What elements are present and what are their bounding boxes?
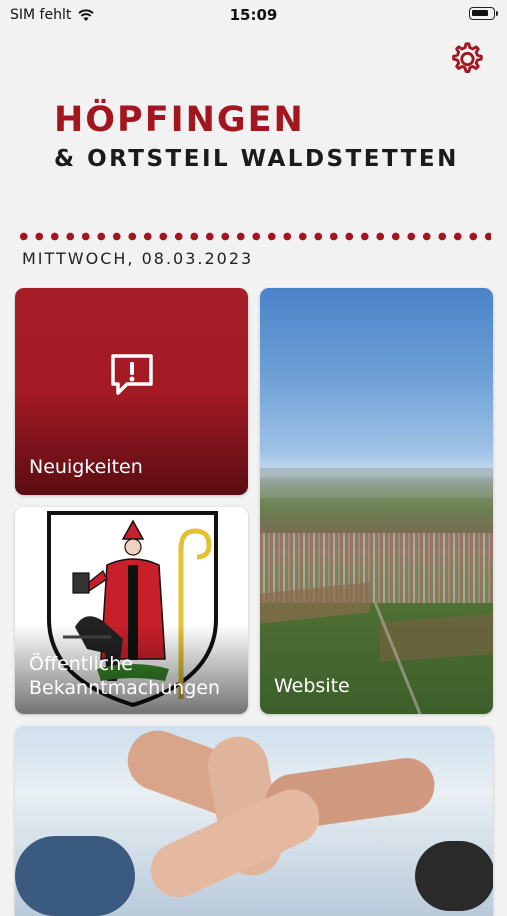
hand-image (15, 836, 135, 916)
battery-icon (469, 7, 498, 20)
announcements-tile[interactable]: Öffentliche Bekanntmachungen (15, 507, 248, 714)
community-tile[interactable] (15, 726, 493, 916)
speech-bubble-exclamation-icon (111, 354, 153, 395)
news-tile[interactable]: Neuigkeiten (15, 288, 248, 495)
landscape-hills (260, 468, 493, 498)
hand-image (415, 841, 493, 911)
app-title: HÖPFINGEN (54, 100, 305, 140)
current-date: MITTWOCH, 08.03.2023 (22, 249, 254, 268)
announcements-label: Öffentliche Bekanntmachungen (29, 653, 221, 699)
website-label: Website (274, 675, 350, 697)
status-bar: SIM fehlt 15:09 (0, 0, 507, 30)
app-subtitle: & ORTSTEIL WALDSTETTEN (54, 146, 459, 172)
website-tile[interactable]: Website (260, 288, 493, 714)
gear-icon[interactable] (447, 40, 485, 78)
status-time: 15:09 (229, 6, 278, 24)
news-label: Neuigkeiten (29, 456, 143, 478)
dotted-divider (16, 232, 491, 241)
